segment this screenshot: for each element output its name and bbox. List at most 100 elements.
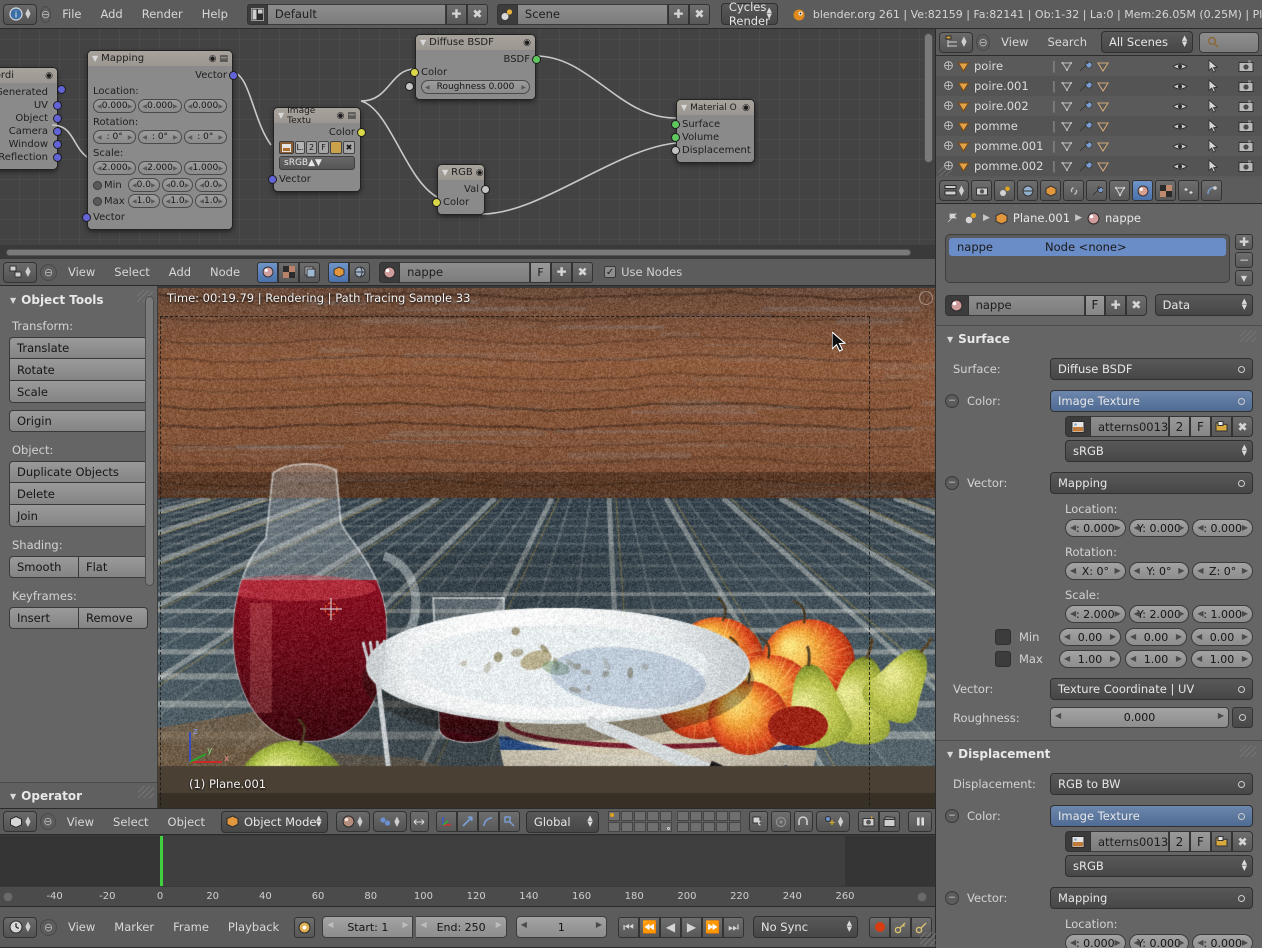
timeline-menu-frame[interactable]: Frame [165,918,217,936]
node-material-icon[interactable]: ▤ [219,54,228,64]
collapse-triangle-icon[interactable]: ▼ [10,792,16,801]
socket-reflection[interactable] [53,153,62,162]
texture-nodes-tab[interactable] [278,262,299,283]
area-resize-grip[interactable] [920,932,936,946]
socket-camera[interactable] [53,127,62,136]
mapping-use-max-checkbox[interactable] [93,197,102,206]
node-options-icon[interactable]: ◉ [476,168,484,178]
node-editor-horizontal-scrollbar[interactable] [6,249,911,256]
menu-help[interactable]: Help [194,5,236,23]
play-button[interactable]: ▶ [681,917,702,938]
viewport-menu-view[interactable]: View [59,813,102,831]
collapse-menu-button[interactable]: ⊖ [40,813,56,830]
mapping-loc-x[interactable]: 0.000 [93,99,136,113]
new-material-button[interactable]: ✚ [551,262,572,283]
duplicate-objects-button[interactable]: Duplicate Objects [9,461,148,483]
outliner-row[interactable]: ⨁pomme| [936,116,1262,136]
colorspace-select[interactable]: sRGB ▲▼ [279,156,355,170]
mapping-use-min-checkbox[interactable] [93,181,102,190]
layer-button[interactable] [690,822,702,832]
modifier-wrench-icon[interactable] [1078,159,1092,173]
socket-window[interactable] [53,140,62,149]
displacement-image-name-field[interactable]: atterns0013_L. [1091,831,1169,852]
sync-mode-select[interactable]: No Sync ▲▼ [753,916,858,938]
modifier-wrench-icon[interactable] [1078,99,1092,113]
timeline-menu-playback[interactable]: Playback [220,918,287,936]
layer-button[interactable] [677,811,689,821]
cursor-selectability-icon[interactable] [1206,119,1220,133]
viewport-shading-select[interactable]: ▲▼ [336,811,370,832]
modifier-wrench-icon[interactable] [1078,139,1092,153]
mapping-min-x[interactable]: 0.00 [1059,628,1121,646]
layer-button[interactable] [621,811,633,821]
mapping-rot-z[interactable]: : 0° [184,130,227,144]
object-tools-panel-header[interactable]: ▼ Object Tools [0,286,157,307]
mapping-rot-x[interactable]: : 0° [93,130,136,144]
node-header[interactable]: ▼ RGB ◉ [438,165,484,180]
layer-button[interactable] [621,822,633,832]
mapping-rotation-z[interactable]: Z: 0° [1192,562,1253,580]
editor-type-timeline-button[interactable]: ▲▼ [3,917,37,938]
material-slot-row[interactable]: nappe Node <none> [949,238,1226,256]
material-datablock-icon[interactable] [379,262,400,283]
mapping-min-y[interactable]: 0.0 [162,178,194,192]
modifier-wrench-icon[interactable] [1078,79,1092,93]
collapse-triangle-icon[interactable]: ▼ [681,103,687,112]
timeline-editor[interactable]: -40-200204060801001201401601802002202402… [0,836,935,948]
layer-button[interactable] [703,811,715,821]
tab-scene[interactable] [994,180,1015,201]
collapse-triangle-icon[interactable]: ▼ [442,168,448,177]
material-datablock-icon[interactable] [945,295,969,316]
end-frame-field[interactable]: End: 250 [416,916,506,938]
render-engine-select[interactable]: Cycles Render ▲▼ [721,3,778,25]
mapping-max-y[interactable]: 1.00 [1125,650,1187,668]
scale-button[interactable]: Scale [9,381,148,403]
mapping-min-z[interactable]: 0.0 [195,178,227,192]
displacement-shader-select[interactable]: RGB to BW [1050,773,1253,795]
outliner-row-label[interactable]: poire.002 [974,99,1048,113]
tab-material[interactable] [1132,180,1153,201]
mapping-max-z[interactable]: 1.00 [1191,650,1253,668]
tab-modifiers[interactable] [1086,180,1107,201]
mapping-max-x[interactable]: 1.00 [1059,650,1121,668]
compositing-nodes-tab[interactable] [299,262,320,283]
outliner-menu-search[interactable]: Search [1039,33,1095,51]
mapping-scale-z[interactable]: : 1.000 [1192,605,1253,623]
image-users-count[interactable]: 2 [306,141,317,154]
use-nodes-checkbox[interactable]: ✓ [604,266,616,278]
cursor-selectability-icon[interactable] [1206,79,1220,93]
link-socket-icon[interactable] [1238,398,1245,405]
node-header[interactable]: ▼ ure Coordi ◉ [0,68,57,83]
displacement-open-image-button[interactable] [1211,831,1232,852]
jump-to-end-button[interactable]: ⏭ [723,917,744,938]
object-shader-button[interactable] [328,262,349,283]
layer-button[interactable] [729,811,741,821]
menu-add[interactable]: Add [92,5,130,23]
roughness-link-button[interactable] [1232,707,1253,728]
socket-roughness-in[interactable] [405,82,414,91]
record-button[interactable] [869,917,890,938]
socket-generated[interactable] [57,85,66,94]
displacement-vector-select[interactable]: Mapping [1050,887,1253,909]
outliner-row[interactable]: ⨁poire.002| [936,96,1262,116]
cursor-selectability-icon[interactable] [1206,99,1220,113]
join-button[interactable]: Join [9,505,148,527]
material-fake-user-button[interactable]: F [530,262,551,283]
expand-toggle-icon[interactable]: ⨁ [944,101,953,111]
socket-val-out[interactable] [481,185,490,194]
socket-surface-in[interactable] [671,120,680,129]
editor-type-properties-button[interactable]: ▲▼ [939,180,969,201]
operator-panel-header[interactable]: ▼ Operator [0,783,158,803]
eye-visibility-icon[interactable] [1172,80,1188,93]
jump-to-start-button[interactable]: ⏮ [618,917,639,938]
mapping-loc-y[interactable]: 0.000 [138,99,181,113]
node-header[interactable]: ▼ Diffuse BSDF ◉ [416,35,535,50]
manipulate-center-points-toggle[interactable] [410,811,429,832]
tab-world[interactable] [1017,180,1038,201]
mapping-min-z[interactable]: 0.00 [1191,628,1253,646]
mapping-rot-y[interactable]: : 0° [138,130,181,144]
collapse-triangle-icon[interactable]: ▼ [92,54,98,63]
displacement-location-z[interactable]: : 0.000 [1192,934,1253,948]
tool-shelf-scrollbar[interactable] [145,296,154,586]
layer-button[interactable] [608,811,620,821]
